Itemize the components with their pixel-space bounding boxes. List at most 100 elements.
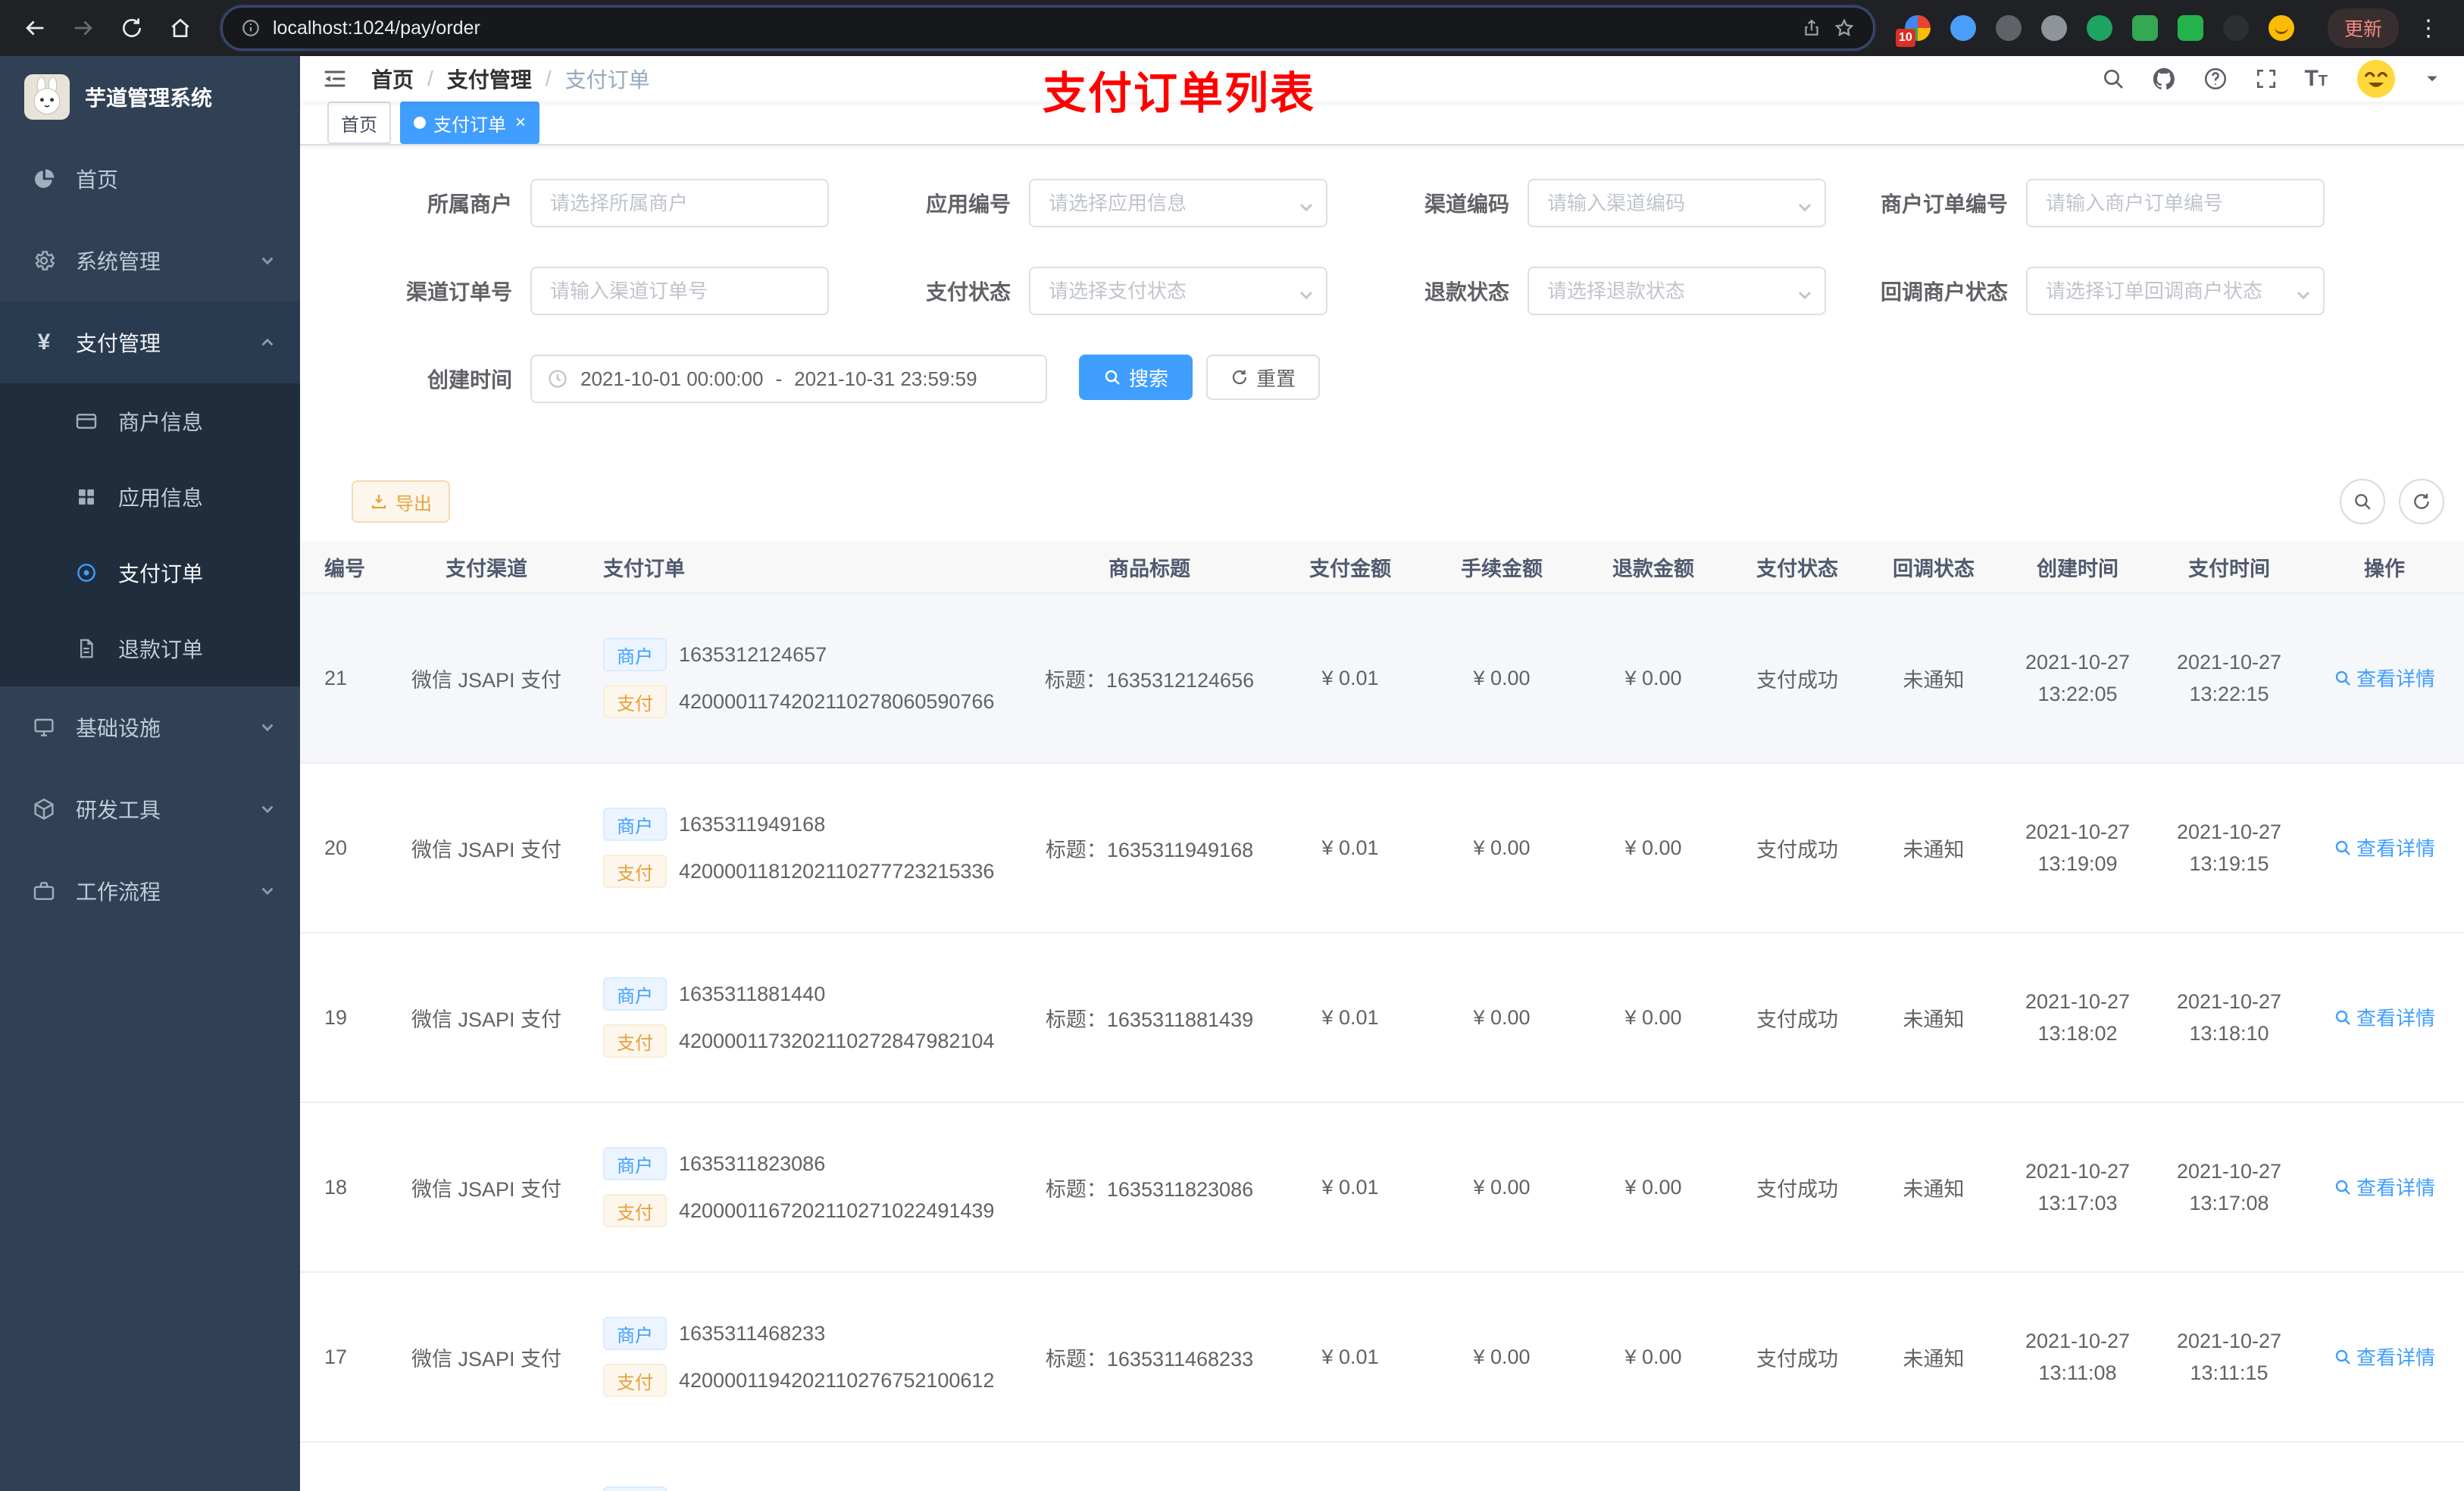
view-detail-link[interactable]: 查看详情 — [2334, 664, 2435, 692]
sidebar-item-infrastructure[interactable]: 基础设施 — [0, 686, 300, 768]
amount-cell: ¥ 0.01 — [1274, 593, 1426, 764]
caret-down-icon[interactable] — [2425, 71, 2440, 86]
sidebar-item-system[interactable]: 系统管理 — [0, 220, 300, 302]
browser-reload-button[interactable] — [112, 8, 152, 48]
channel-code-select[interactable] — [1527, 179, 1826, 227]
filter-merchant-order-no: 商户订单编号 — [1853, 179, 2352, 227]
site-info-icon[interactable] — [241, 18, 261, 38]
help-icon[interactable] — [2203, 66, 2228, 92]
browser-forward-button[interactable] — [64, 8, 103, 48]
toggle-search-button[interactable] — [2340, 479, 2385, 524]
search-icon[interactable] — [2101, 67, 2125, 91]
pay-status-select[interactable] — [1029, 267, 1327, 315]
sidebar-item-home[interactable]: 首页 — [0, 138, 300, 220]
github-icon[interactable] — [2151, 66, 2177, 92]
pay-time-cell: 2021-10-27 13:19:15 — [2153, 763, 2305, 933]
breadcrumb-separator: / — [427, 67, 433, 90]
extension-icon-green-circle[interactable] — [2086, 15, 2112, 41]
notify-status-select[interactable] — [2026, 267, 2325, 315]
view-detail-link[interactable]: 查看详情 — [2334, 1343, 2435, 1371]
pay-time-cell: 2021-10-27 13:11:15 — [2153, 1272, 2305, 1443]
sidebar-item-workflow[interactable]: 工作流程 — [0, 850, 300, 932]
channel-order-no-input[interactable] — [530, 267, 829, 315]
gear-icon — [30, 248, 58, 273]
browser-home-button[interactable] — [161, 8, 200, 48]
breadcrumb-pay-management[interactable]: 支付管理 — [447, 64, 532, 94]
sidebar-item-pay-order[interactable]: 支付订单 — [0, 535, 300, 611]
product-title-cell: 标题：1635312124656 — [1024, 593, 1274, 764]
sidebar-item-app-info[interactable]: 应用信息 — [0, 459, 300, 535]
view-detail-link[interactable]: 查看详情 — [2334, 1003, 2435, 1031]
notify-status-cell: 未通知 — [1865, 1272, 2002, 1443]
column-create-time: 创建时间 — [2002, 541, 2153, 594]
table-row: 17 微信 JSAPI 支付 商户 1635311468233 支付 42000… — [300, 1272, 2464, 1443]
sidebar-item-refund-order[interactable]: 退款订单 — [0, 611, 300, 686]
sidebar-item-payment[interactable]: ¥ 支付管理 — [0, 302, 300, 383]
search-button[interactable]: 搜索 — [1079, 355, 1193, 400]
order-id-cell: 19 — [300, 933, 373, 1103]
sidebar-toggle-icon[interactable] — [321, 65, 349, 92]
refund-status-select[interactable] — [1527, 267, 1826, 315]
pay-time-cell: 2021-10-27 13:22:15 — [2153, 593, 2305, 764]
merchant-order-no-input[interactable] — [2026, 179, 2325, 227]
close-icon[interactable]: × — [515, 114, 526, 132]
date-range-picker[interactable]: 2021-10-01 00:00:00 - 2021-10-31 23:59:5… — [530, 355, 1047, 403]
view-detail-link[interactable]: 查看详情 — [2334, 833, 2435, 861]
app-no-select[interactable] — [1029, 179, 1327, 227]
address-bar[interactable]: localhost:1024/pay/order — [221, 6, 1875, 50]
column-actions: 操作 — [2305, 541, 2464, 594]
yen-icon: ¥ — [37, 330, 51, 355]
notify-status-cell: 未通知 — [1865, 763, 2002, 933]
share-icon[interactable] — [1802, 18, 1821, 38]
create-time-cell — [2002, 1442, 2153, 1491]
url-text: localhost:1024/pay/order — [273, 17, 480, 39]
merchant-order-no: 1635312124657 — [679, 642, 827, 666]
tab-home[interactable]: 首页 — [327, 102, 391, 144]
filter-notify-status: 回调商户状态 — [1853, 267, 2352, 315]
merchant-input[interactable] — [530, 179, 829, 227]
column-refund: 退款金额 — [1578, 541, 1729, 594]
extension-icon-lightgray[interactable] — [2040, 15, 2067, 41]
tab-pay-order[interactable]: 支付订单 × — [400, 102, 540, 144]
font-size-icon[interactable]: TT — [2304, 66, 2328, 92]
breadcrumb-home[interactable]: 首页 — [371, 64, 414, 94]
app-logo[interactable]: 芋道管理系统 — [0, 56, 300, 138]
fullscreen-icon[interactable] — [2254, 67, 2278, 91]
extension-icon-blue[interactable] — [1950, 15, 1976, 41]
payment-submenu: 商户信息 应用信息 支付订单 退款订单 — [0, 383, 300, 686]
bookmark-star-icon[interactable] — [1834, 17, 1855, 39]
date-start: 2021-10-01 00:00:00 — [580, 367, 764, 390]
extension-icon-colorful[interactable]: 10 — [1895, 15, 1931, 47]
chevron-down-icon — [259, 801, 276, 817]
create-time-cell: 2021-10-27 13:22:05 — [2002, 593, 2153, 764]
fee-cell: ¥ 0.00 — [1426, 933, 1578, 1103]
tags-view-bar: 首页 支付订单 × — [300, 102, 2464, 145]
merchant-order-no: 1635311881440 — [679, 982, 826, 1005]
action-cell: 查看详情 — [2305, 593, 2464, 764]
pay-tag: 支付 — [603, 855, 667, 888]
create-time-cell: 2021-10-27 13:18:02 — [2002, 933, 2153, 1103]
view-detail-link[interactable]: 查看详情 — [2334, 1173, 2435, 1201]
breadcrumb-current: 支付订单 — [564, 68, 650, 92]
extension-icon-emoji[interactable] — [2268, 15, 2294, 41]
extension-icon-dark[interactable] — [2222, 15, 2249, 41]
sidebar-item-merchant-info[interactable]: 商户信息 — [0, 383, 300, 459]
browser-back-button[interactable] — [15, 8, 55, 48]
refresh-button[interactable] — [2399, 479, 2444, 524]
extension-icon-gray[interactable] — [1995, 15, 2022, 41]
user-avatar[interactable] — [2353, 56, 2399, 102]
export-button[interactable]: 导出 — [352, 480, 450, 523]
extension-icon-green-chat[interactable] — [2177, 15, 2203, 41]
table-row: 18 微信 JSAPI 支付 商户 1635311823086 支付 42000… — [300, 1102, 2464, 1273]
browser-menu-icon[interactable]: ⋮ — [2408, 15, 2449, 42]
refund-cell: ¥ 0.00 — [1578, 1102, 1729, 1273]
order-id-cell: 18 — [300, 1102, 373, 1273]
reset-button[interactable]: 重置 — [1206, 355, 1321, 400]
extension-icon-green-check[interactable] — [2131, 15, 2158, 41]
extension-badge: 10 — [1895, 29, 1915, 47]
amount-cell: ¥ 0.01 — [1274, 1102, 1426, 1273]
sidebar-item-dev-tools[interactable]: 研发工具 — [0, 768, 300, 850]
fee-cell: ¥ 0.00 — [1426, 1102, 1578, 1273]
browser-update-button[interactable]: 更新 — [2327, 8, 2399, 48]
column-fee: 手续金额 — [1426, 541, 1578, 594]
